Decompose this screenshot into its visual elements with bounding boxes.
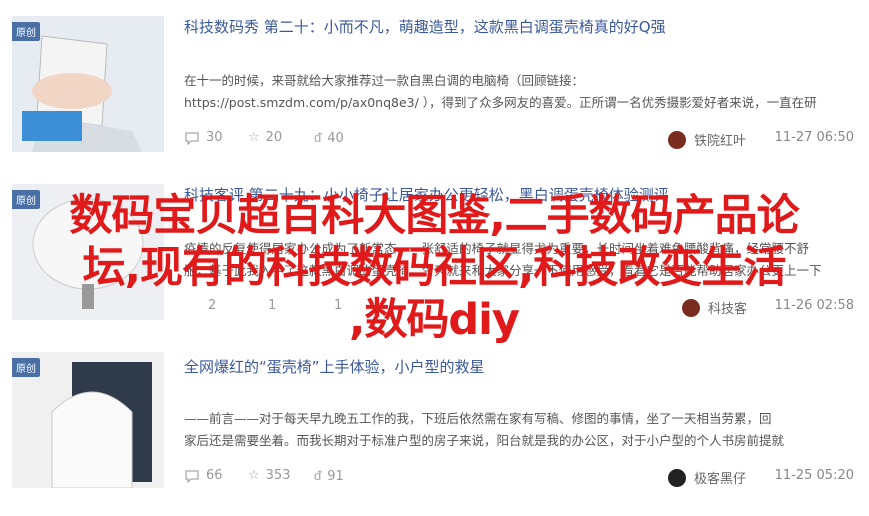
author-name: 极客黑仔 xyxy=(694,472,747,487)
article-title[interactable]: 全网爆红的“蛋壳椅”上手体验，小户型的救星 xyxy=(184,356,485,377)
thumbnail-image[interactable]: 原创 xyxy=(12,352,164,488)
comment-icon xyxy=(184,469,200,483)
excerpt-line: 在十一的时候，来哥就给大家推荐过一款自黑白调的电脑椅（回顾链接： xyxy=(184,73,585,88)
excerpt-line: 家后还是需要坐着。而我长期对于标准户型的房子来说，阳台就是我的办公区，对于小户型… xyxy=(184,433,785,448)
star-icon: ☆ xyxy=(248,468,260,483)
thumbnail-image[interactable]: 原创 xyxy=(12,16,164,152)
overlay-line: 数码宝贝超百科大图鉴,二手数码产品论 xyxy=(69,191,799,241)
post-time: 11-25 05:20 xyxy=(774,468,854,483)
overlay-line: 坛,现有的科技数码社区,科技改变生活 xyxy=(82,243,787,293)
like-stat[interactable]: ☆ 20 xyxy=(248,130,282,145)
favorite-stat[interactable]: ᵭ 91 xyxy=(314,468,344,485)
like-count: 20 xyxy=(265,130,283,145)
article-excerpt: 在十一的时候，来哥就给大家推荐过一款自黑白调的电脑椅（回顾链接： https:/… xyxy=(184,70,854,114)
comment-stat[interactable]: 66 xyxy=(184,468,223,483)
favorite-stat[interactable]: ᵭ 40 xyxy=(314,130,344,147)
like-stat[interactable]: ☆ 353 xyxy=(248,468,290,483)
post-time: 11-27 06:50 xyxy=(774,130,854,145)
article-meta: 30 ☆ 20 ᵭ 40 铁院红叶 11-27 06:50 xyxy=(184,130,854,149)
thumb-icon: ᵭ xyxy=(314,131,322,146)
comment-count: 66 xyxy=(206,468,223,483)
author[interactable]: 极客黑仔 xyxy=(668,468,746,487)
favorite-count: 91 xyxy=(327,468,344,484)
comment-count: 30 xyxy=(206,130,223,145)
star-icon: ☆ xyxy=(248,130,260,145)
favorite-count: 40 xyxy=(327,130,344,146)
original-badge: 原创 xyxy=(12,358,40,377)
avatar xyxy=(668,468,686,487)
article-meta: 66 ☆ 353 ᵭ 91 极客黑仔 11-25 05:20 xyxy=(184,468,854,487)
author[interactable]: 铁院红叶 xyxy=(668,130,746,149)
overlay-line: ,数码diy xyxy=(349,295,520,345)
article-excerpt: ——前言——对于每天早九晚五工作的我，下班后依然需在家有写稿、修图的事情，坐了一… xyxy=(184,408,854,452)
like-count: 353 xyxy=(265,468,291,483)
article-title[interactable]: 科技数码秀 第二十：小而不凡，萌趣造型，这款黑白调蛋壳椅真的好Q强 xyxy=(184,16,666,37)
comment-icon xyxy=(184,131,200,145)
excerpt-line: ——前言——对于每天早九晚五工作的我，下班后依然需在家有写稿、修图的事情，坐了一… xyxy=(184,411,772,426)
thumb-icon: ᵭ xyxy=(314,469,322,484)
avatar xyxy=(668,130,686,149)
excerpt-line: https://post.smzdm.com/p/ax0nq8e3/ ），得到了… xyxy=(184,95,817,110)
original-badge: 原创 xyxy=(12,22,40,41)
overlay-headline: 数码宝贝超百科大图鉴,二手数码产品论 坛,现有的科技数码社区,科技改变生活 ,数… xyxy=(14,190,854,346)
author-name: 铁院红叶 xyxy=(694,134,747,149)
comment-stat[interactable]: 30 xyxy=(184,130,223,145)
